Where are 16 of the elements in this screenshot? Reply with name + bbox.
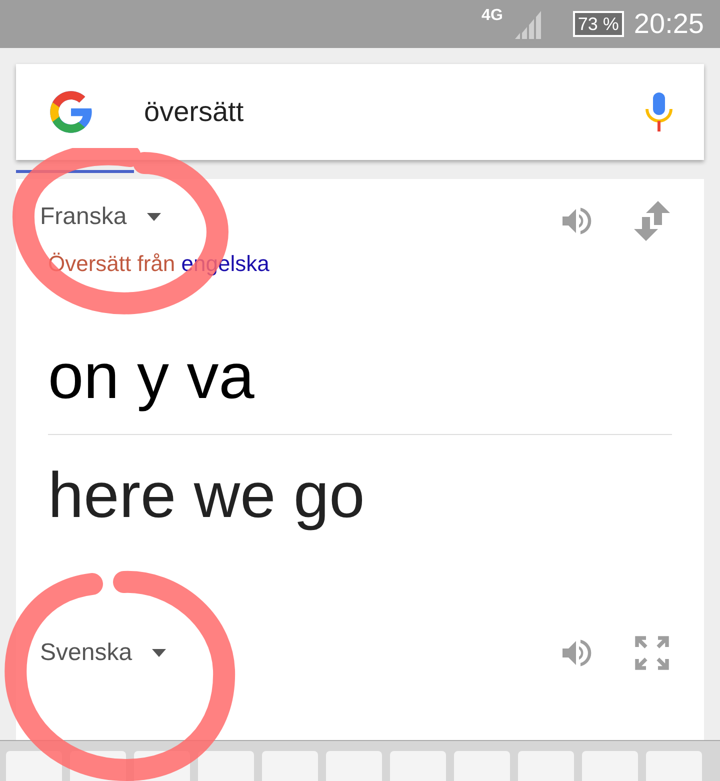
battery-indicator: 73 % (572, 11, 624, 37)
microphone-icon[interactable] (644, 91, 674, 133)
swap-icon[interactable] (634, 201, 670, 241)
network-label: 4G (482, 6, 503, 26)
caret-icon (152, 649, 166, 657)
signal-icon (512, 9, 543, 39)
search-bar[interactable]: översätt (16, 64, 704, 160)
clock: 20:25 (634, 7, 704, 41)
translated-text: here we go (48, 459, 366, 531)
fullscreen-icon[interactable] (634, 635, 670, 671)
target-language-dropdown[interactable]: Svenska (40, 635, 166, 671)
source-language-dropdown[interactable]: Franska (40, 199, 270, 235)
search-field[interactable]: översätt (144, 91, 644, 133)
caret-icon (146, 213, 161, 221)
detected-language-link[interactable]: engelska (181, 251, 270, 276)
source-text: on y va (48, 340, 256, 412)
